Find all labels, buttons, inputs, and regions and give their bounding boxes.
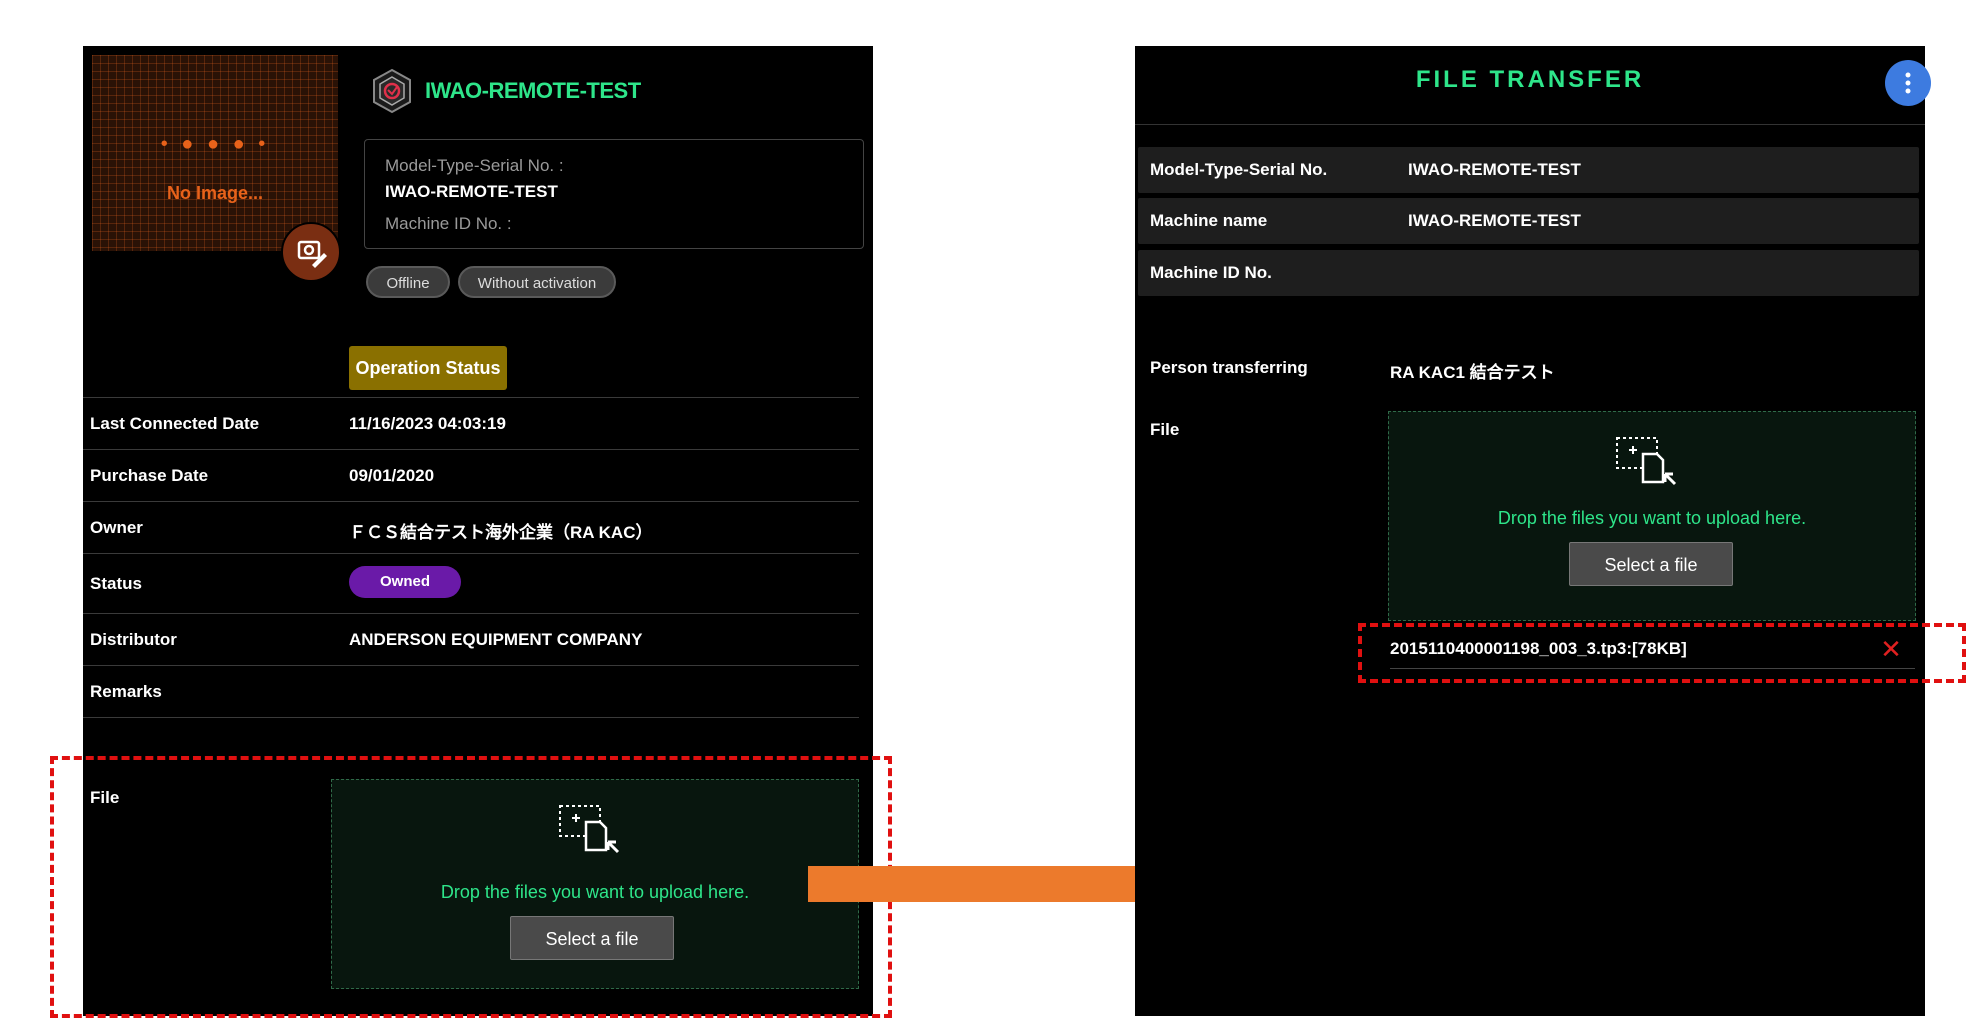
drop-instruction-text: Drop the files you want to upload here. [1497, 508, 1807, 528]
row-label: Machine ID No. [1150, 263, 1272, 282]
file-upload-icon [1616, 437, 1677, 486]
no-image-text: No Image... [166, 183, 264, 203]
row-label: Remarks [90, 682, 162, 701]
machine-id-label: Machine ID No. : [385, 214, 512, 233]
file-transfer-panel: FILE TRANSFER Model-Type-Serial No. IWAO… [1135, 46, 1931, 1016]
operation-status-button[interactable]: Operation Status [349, 346, 507, 390]
machine-logo-icon [373, 68, 411, 114]
row-value: ＦＣＳ結合テスト海外企業（RA KAC） [349, 523, 653, 542]
row-value: IWAO-REMOTE-TEST [1408, 211, 1581, 230]
info-row-model-serial: Model-Type-Serial No. IWAO-REMOTE-TEST [1138, 147, 1919, 193]
model-serial-value: IWAO-REMOTE-TEST [385, 182, 558, 201]
page-title: FILE TRANSFER [1415, 66, 1645, 93]
detail-row-distributor: Distributor ANDERSON EQUIPMENT COMPANY [83, 613, 859, 665]
row-divider [83, 717, 859, 718]
detail-row-remarks: Remarks [83, 665, 859, 717]
row-value: 11/16/2023 04:03:19 [349, 414, 506, 433]
machine-image-placeholder: • ● ● ● • No Image... [92, 55, 338, 251]
activation-status-pill: Without activation [458, 266, 616, 298]
more-vertical-icon [1905, 72, 1911, 94]
row-label: Machine name [1150, 211, 1268, 230]
loading-dots: • ● ● ● • [160, 133, 270, 155]
row-label: Model-Type-Serial No. [1150, 160, 1328, 179]
detail-row-owner: Owner ＦＣＳ結合テスト海外企業（RA KAC） [83, 501, 859, 553]
detail-row-purchase-date: Purchase Date 09/01/2020 [83, 449, 859, 501]
info-row-machine-name: Machine name IWAO-REMOTE-TEST [1138, 198, 1919, 244]
highlight-file-area-left [50, 756, 892, 1018]
row-label: Owner [90, 518, 143, 537]
machine-title: IWAO-REMOTE-TEST [425, 78, 641, 103]
model-serial-label: Model-Type-Serial No. : [385, 156, 564, 175]
row-label: Status [90, 574, 142, 593]
offline-status-pill: Offline [366, 266, 450, 298]
row-label: Purchase Date [90, 466, 209, 485]
row-value: ANDERSON EQUIPMENT COMPANY [349, 630, 643, 649]
row-value: 09/01/2020 [349, 466, 435, 485]
info-row-machine-id: Machine ID No. [1138, 250, 1919, 296]
row-label: Last Connected Date [90, 414, 260, 433]
detail-row-last-connected: Last Connected Date 11/16/2023 04:03:19 [83, 397, 859, 449]
file-drop-zone[interactable]: Drop the files you want to upload here. … [1388, 411, 1916, 621]
detail-row-status: Status Owned [83, 553, 859, 613]
highlight-uploaded-file [1358, 623, 1966, 683]
camera-edit-icon [297, 240, 327, 268]
more-menu-button[interactable] [1885, 60, 1931, 106]
person-value: RA KAC1 結合テスト [1390, 363, 1555, 382]
edit-photo-button[interactable] [281, 222, 341, 282]
status-badge: Owned [349, 566, 461, 598]
file-label: File [1150, 420, 1180, 439]
person-label: Person transferring [1150, 358, 1308, 377]
row-label: Distributor [90, 630, 177, 649]
machine-info-box: Model-Type-Serial No. : IWAO-REMOTE-TEST… [364, 139, 864, 249]
select-file-button[interactable]: Select a file [1569, 542, 1733, 586]
header-divider [1135, 124, 1925, 125]
row-value: IWAO-REMOTE-TEST [1408, 160, 1581, 179]
